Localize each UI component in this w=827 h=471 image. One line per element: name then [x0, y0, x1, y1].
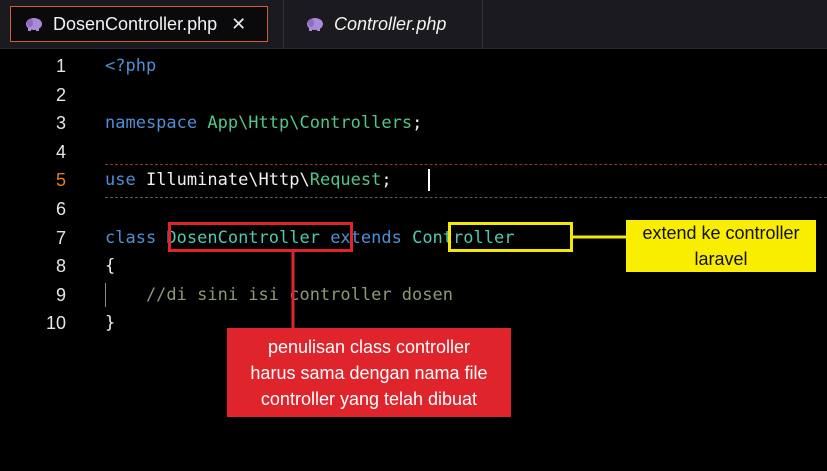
class-name-callout: penulisan class controller harus sama de… — [227, 328, 511, 417]
extend-callout: extend ke controller laravel — [626, 220, 816, 272]
